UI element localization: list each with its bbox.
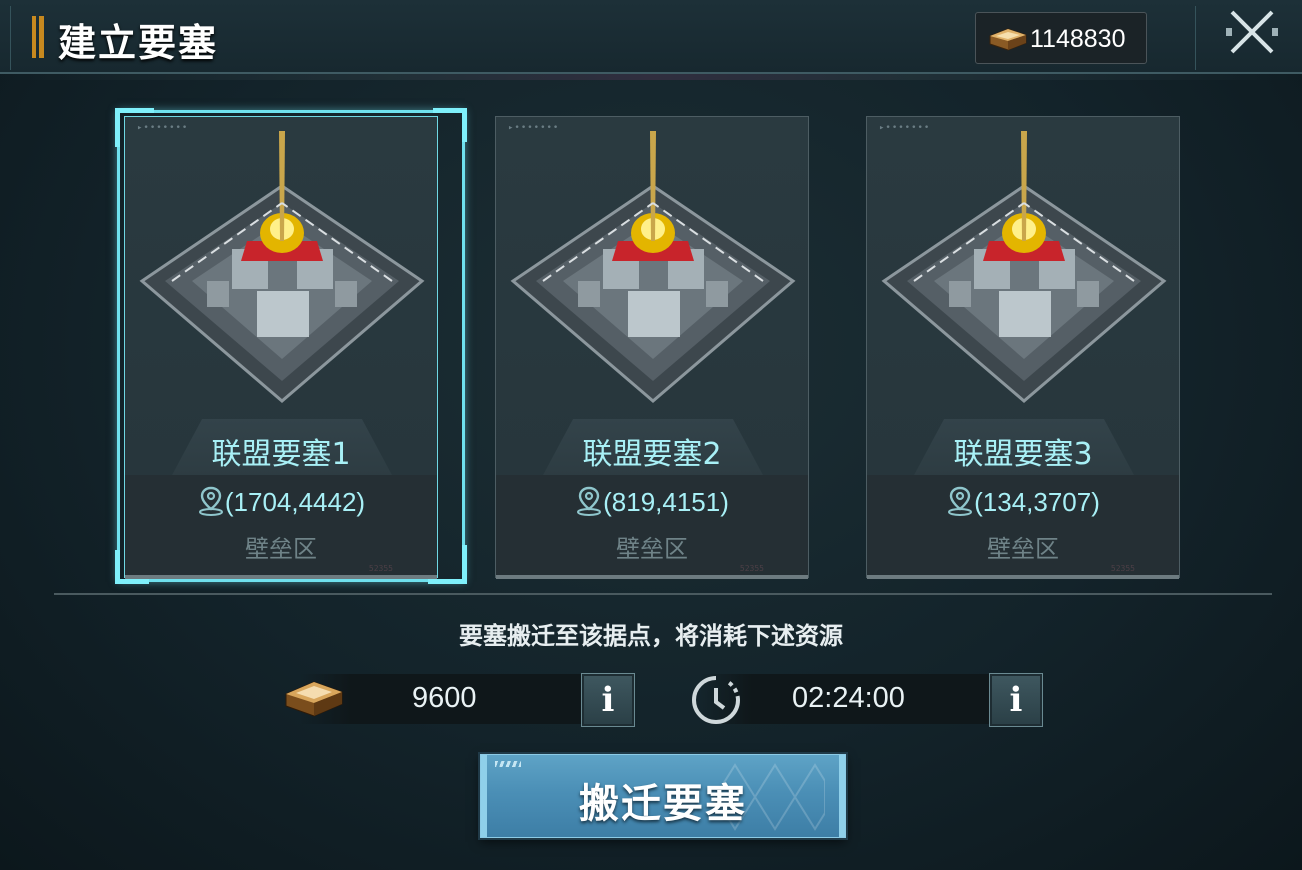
- coordinates-text: (134,3707): [974, 487, 1100, 517]
- fortress-card-1[interactable]: ▸••••••• 联盟要塞1 (1704,4442) 壁垒区 52355: [124, 116, 438, 579]
- info-icon: i: [1009, 680, 1023, 720]
- title-marker: [32, 16, 44, 58]
- card-bottom-bar: [125, 575, 437, 579]
- fortress-icon: [881, 131, 1167, 403]
- coordinates-text: (1704,4442): [224, 487, 366, 517]
- fortress-name: 联盟要塞1: [211, 437, 351, 472]
- fortress-zone: 壁垒区: [245, 535, 317, 563]
- resource-value: 1148830: [1030, 25, 1126, 53]
- coordinates-text: (819,4151): [603, 487, 729, 517]
- close-button[interactable]: [1222, 4, 1282, 60]
- button-decoration: [495, 761, 521, 767]
- fortress-name: 联盟要塞2: [582, 437, 722, 472]
- card-serial: 52355: [368, 564, 393, 573]
- time-cost-value: 02:24:00: [792, 682, 905, 714]
- gold-crate-icon: [989, 28, 1027, 51]
- section-divider: [54, 593, 1272, 595]
- fortress-zone: 壁垒区: [616, 535, 688, 563]
- fortress-coordinates: (1704,4442): [125, 485, 437, 518]
- resource-info-button[interactable]: i: [581, 673, 635, 727]
- fortress-zone: 壁垒区: [987, 535, 1059, 563]
- fortress-card-3[interactable]: ▸••••••• 联盟要塞3 (134,3707) 壁垒区 52355: [866, 116, 1180, 579]
- timer-icon: [692, 676, 740, 724]
- location-pin-icon: [198, 486, 223, 516]
- location-pin-icon: [577, 486, 602, 516]
- fortress-coordinates: (819,4151): [496, 485, 808, 518]
- header-bar: 建立要塞 1148830: [0, 0, 1302, 74]
- background-stripe: [0, 74, 1302, 80]
- gold-crate-icon: [285, 681, 343, 717]
- fortress-name: 联盟要塞3: [953, 437, 1093, 472]
- card-serial: 52355: [1110, 564, 1135, 573]
- card-serial: 52355: [739, 564, 764, 573]
- resource-counter: 1148830: [975, 12, 1147, 64]
- fortress-icon: [510, 131, 796, 403]
- close-icon: [1226, 10, 1278, 54]
- cost-description: 要塞搬迁至该据点，将消耗下述资源: [459, 621, 843, 650]
- card-bottom-bar: [496, 575, 808, 579]
- time-info-button[interactable]: i: [989, 673, 1043, 727]
- info-icon: i: [601, 680, 615, 720]
- relocate-fortress-button[interactable]: 搬迁要塞: [480, 754, 846, 838]
- page-title: 建立要塞: [58, 20, 219, 65]
- relocate-label: 搬迁要塞: [579, 780, 747, 827]
- resource-cost-value: 9600: [412, 682, 477, 714]
- location-pin-icon: [948, 486, 973, 516]
- card-bottom-bar: [867, 575, 1179, 579]
- fortress-coordinates: (134,3707): [867, 485, 1179, 518]
- fortress-card-2[interactable]: ▸••••••• 联盟要塞2 (819,4151) 壁垒区 52355: [495, 116, 809, 579]
- fortress-icon: [139, 131, 425, 403]
